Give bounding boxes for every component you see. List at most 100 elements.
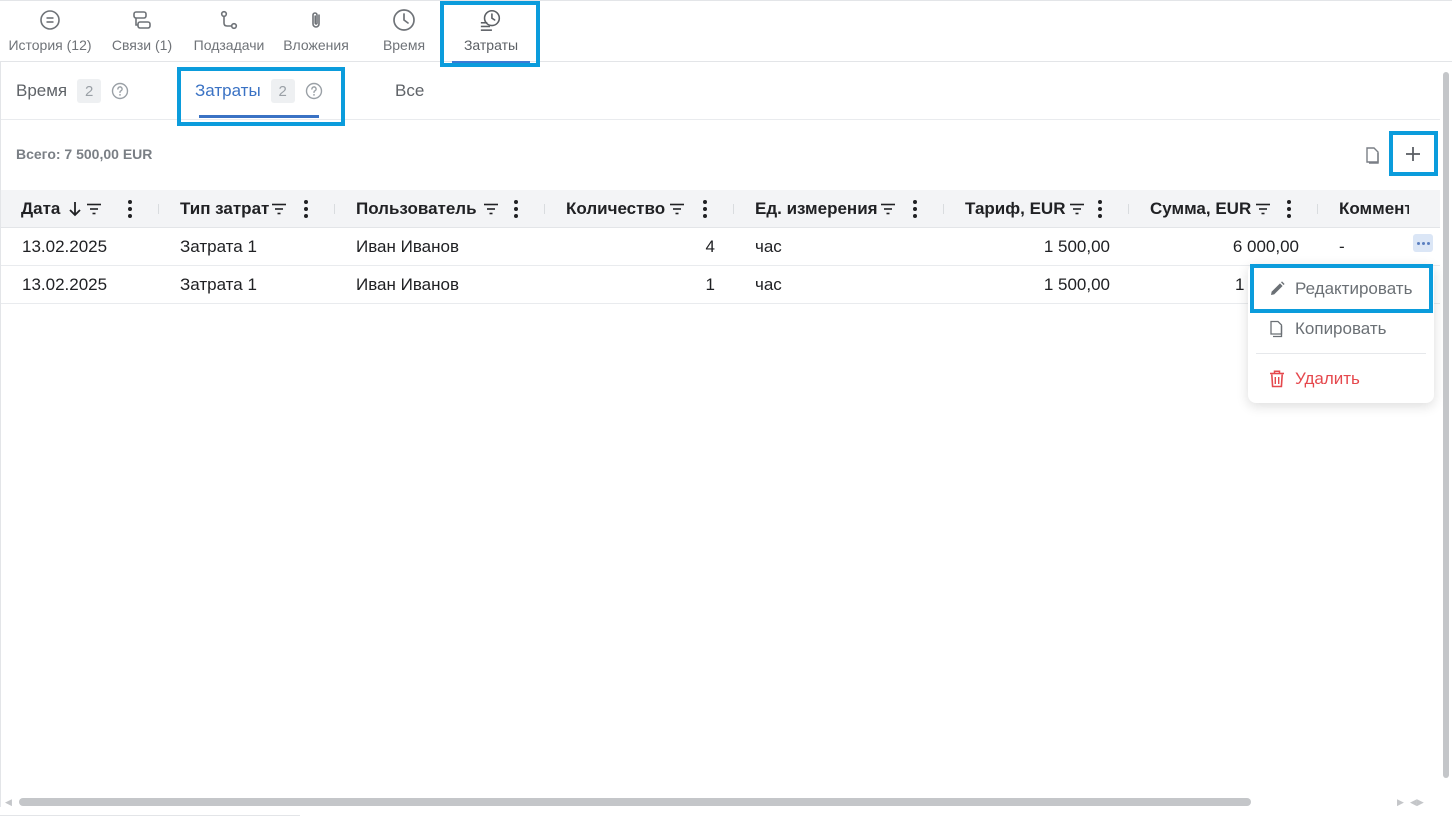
- tab-subtasks[interactable]: Подзадачи: [188, 1, 270, 63]
- col-unit-header[interactable]: Ед. измерения: [755, 190, 896, 228]
- col-date-header[interactable]: Дата: [21, 190, 102, 228]
- filter-icon[interactable]: [669, 202, 685, 216]
- filter-icon[interactable]: [86, 202, 102, 216]
- subtab-time-label: Время: [16, 81, 68, 100]
- help-icon[interactable]: [305, 82, 323, 100]
- cell-date: 13.02.2025: [22, 275, 108, 294]
- col-rate-header[interactable]: Тариф, EUR: [965, 190, 1085, 228]
- column-menu-icon[interactable]: [1286, 200, 1292, 218]
- tab-links-label: Связи (1): [111, 37, 173, 53]
- column-separator[interactable]: [334, 204, 335, 214]
- filter-icon[interactable]: [1255, 202, 1271, 216]
- filter-icon[interactable]: [483, 202, 499, 216]
- subtab-all[interactable]: Все: [395, 62, 424, 120]
- add-cost-button[interactable]: [1393, 136, 1433, 172]
- tab-subtasks-label: Подзадачи: [193, 37, 265, 53]
- pencil-icon: [1268, 280, 1286, 298]
- subtab-time[interactable]: Время 2: [16, 62, 129, 120]
- copy-icon: [1366, 147, 1379, 164]
- menu-item-delete[interactable]: Удалить: [1248, 359, 1434, 399]
- col-sum-header[interactable]: Сумма, EUR: [1150, 190, 1271, 228]
- cell-type: Затрата 1: [180, 237, 257, 256]
- total-summary: Всего: 7 500,00 EUR: [16, 146, 153, 162]
- copy-icon: [1268, 320, 1286, 338]
- cell-quantity: 1: [705, 275, 715, 294]
- tab-links[interactable]: Связи (1): [106, 1, 178, 63]
- table-header: Дата Тип затрат Пользователь Количество …: [0, 190, 1440, 228]
- subtasks-icon: [217, 8, 241, 32]
- col-quantity-header[interactable]: Количество: [566, 190, 685, 228]
- tab-history[interactable]: История (12): [4, 1, 96, 63]
- subtab-time-count: 2: [77, 79, 102, 103]
- cell-quantity: 4: [705, 237, 715, 256]
- tab-costs-label: Затраты: [463, 37, 519, 53]
- horizontal-scrollbar[interactable]: ◀ ▶ ◀▶: [0, 795, 1440, 809]
- cell-comment: -: [1339, 237, 1345, 256]
- subtab-all-label: Все: [395, 81, 425, 100]
- scroll-left-arrow-icon[interactable]: ◀: [5, 797, 12, 808]
- column-separator[interactable]: [733, 204, 734, 214]
- tab-time-label: Время: [382, 37, 426, 53]
- tab-costs[interactable]: Затраты: [446, 1, 536, 63]
- scroll-resize-icon[interactable]: ◀▶: [1410, 797, 1424, 808]
- vertical-scrollbar[interactable]: [1441, 62, 1452, 818]
- column-separator[interactable]: [1128, 204, 1129, 214]
- column-separator[interactable]: [1317, 204, 1318, 214]
- clock-icon: [392, 8, 416, 32]
- vertical-scroll-thumb[interactable]: [1443, 72, 1449, 778]
- panel-left-border: [0, 62, 1, 807]
- sort-down-icon[interactable]: [68, 201, 82, 217]
- column-separator[interactable]: [943, 204, 944, 214]
- column-separator[interactable]: [544, 204, 545, 214]
- filter-icon[interactable]: [880, 202, 896, 216]
- sub-tab-bar: Время 2 Затраты 2 Все: [0, 62, 1440, 120]
- column-menu-icon[interactable]: [303, 200, 309, 218]
- row-actions-button[interactable]: [1413, 234, 1433, 252]
- column-menu-icon[interactable]: [912, 200, 918, 218]
- column-menu-icon[interactable]: [513, 200, 519, 218]
- cell-unit: час: [755, 237, 782, 256]
- cell-user: Иван Иванов: [356, 275, 460, 294]
- bottom-border: [0, 815, 300, 816]
- table-row[interactable]: 13.02.2025 Затрата 1 Иван Иванов 1 час 1…: [0, 266, 1440, 304]
- trash-icon: [1268, 370, 1286, 388]
- plus-icon: [1406, 147, 1420, 161]
- history-chat-icon: [38, 8, 62, 32]
- column-menu-icon[interactable]: [1097, 200, 1103, 218]
- subtab-costs-count: 2: [270, 79, 295, 103]
- column-menu-icon[interactable]: [127, 200, 133, 218]
- cell-rate: 1 500,00: [1043, 237, 1110, 256]
- tab-attachments-label: Вложения: [283, 37, 349, 53]
- col-type-header[interactable]: Тип затрат: [180, 190, 287, 228]
- col-comment-header[interactable]: Коммент: [1339, 190, 1409, 228]
- filter-icon[interactable]: [271, 202, 287, 216]
- top-tab-bar: История (12) Связи (1) Подзадачи Вложени…: [0, 0, 1452, 63]
- col-user-header[interactable]: Пользователь: [356, 190, 499, 228]
- cell-rate: 1 500,00: [1043, 275, 1110, 294]
- menu-divider: [1256, 353, 1426, 354]
- subtab-active-indicator: [199, 115, 319, 118]
- copy-button[interactable]: [1362, 143, 1384, 167]
- menu-item-copy[interactable]: Копировать: [1248, 309, 1434, 349]
- links-icon: [130, 8, 154, 32]
- scroll-right-arrow-icon[interactable]: ▶: [1397, 797, 1404, 808]
- cell-date: 13.02.2025: [22, 237, 108, 256]
- column-separator[interactable]: [158, 204, 159, 214]
- paperclip-icon: [304, 8, 328, 32]
- subtab-costs-label: Затраты: [195, 81, 261, 100]
- menu-item-edit[interactable]: Редактировать: [1248, 269, 1434, 309]
- tab-time[interactable]: Время: [374, 1, 434, 63]
- horizontal-scroll-thumb[interactable]: [19, 798, 1251, 806]
- cell-type: Затрата 1: [180, 275, 257, 294]
- cell-sum: 1: [1235, 275, 1245, 294]
- tab-attachments[interactable]: Вложения: [278, 1, 354, 63]
- column-menu-icon[interactable]: [702, 200, 708, 218]
- tab-history-label: История (12): [8, 37, 92, 53]
- cell-sum: 6 000,00: [1232, 237, 1299, 256]
- filter-icon[interactable]: [1069, 202, 1085, 216]
- subtab-costs[interactable]: Затраты 2: [195, 62, 323, 120]
- table-row[interactable]: 13.02.2025 Затрата 1 Иван Иванов 4 час 1…: [0, 228, 1440, 266]
- help-icon[interactable]: [111, 82, 129, 100]
- row-context-menu: Редактировать Копировать Удалить: [1248, 264, 1434, 403]
- costs-clock-icon: [479, 8, 503, 32]
